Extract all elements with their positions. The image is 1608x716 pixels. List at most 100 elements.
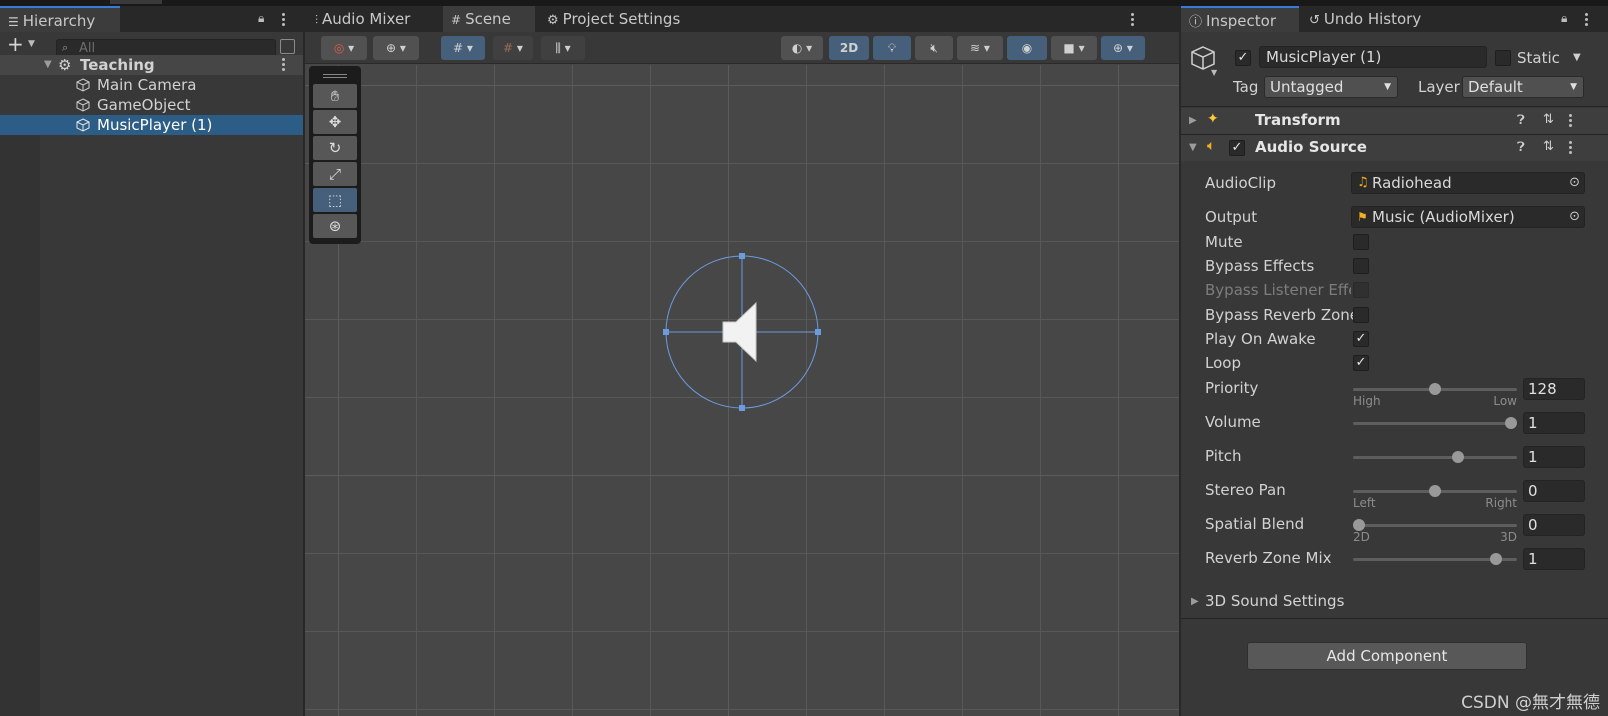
history-icon: ↺ — [1309, 13, 1320, 28]
slider-max-label: Low — [1493, 394, 1517, 408]
expand-icon[interactable]: ▼ — [44, 55, 52, 75]
expand-icon[interactable]: ▶ — [1189, 115, 1197, 126]
chevron-down-icon[interactable]: ▼ — [1211, 68, 1217, 77]
component-menu-icon[interactable] — [1569, 113, 1573, 129]
scene-canvas[interactable] — [305, 65, 1179, 716]
slider-knob[interactable] — [1505, 417, 1517, 429]
more-menu-icon[interactable] — [1131, 12, 1135, 28]
tag-dropdown[interactable]: Untagged ▼ — [1264, 76, 1398, 98]
list-item-selected[interactable]: MusicPlayer (1) — [0, 115, 303, 135]
active-checkbox[interactable]: ✓ — [1235, 50, 1251, 66]
lighting-toggle-button[interactable]: 💡︎ — [873, 36, 911, 60]
audio-source-gizmo[interactable] — [660, 250, 825, 415]
tab-project-settings[interactable]: ⚙ Project Settings — [539, 6, 689, 32]
camera-button[interactable]: ■ ▾ — [1051, 36, 1097, 60]
gameobject-icon — [76, 78, 90, 92]
grid-snap-button[interactable]: # ▾ — [441, 36, 485, 60]
chevron-down-icon: ▼ — [1384, 82, 1391, 92]
hand-tool-button[interactable]: ✋︎ — [313, 84, 357, 108]
more-menu-icon[interactable] — [282, 12, 286, 28]
move-tool-button[interactable]: ✥ — [313, 110, 357, 134]
scene-menu-icon[interactable] — [282, 57, 286, 73]
slider-knob[interactable] — [1451, 451, 1464, 463]
spatial-blend-slider[interactable] — [1353, 524, 1517, 527]
add-component-button[interactable]: Add Component — [1247, 642, 1527, 670]
list-item[interactable]: Main Camera — [0, 75, 303, 95]
list-item[interactable]: GameObject — [0, 95, 303, 115]
scene-row[interactable]: ▼ ⚙ Teaching — [0, 55, 303, 75]
mute-checkbox[interactable] — [1353, 234, 1369, 250]
preset-icon[interactable]: ⇅ — [1543, 139, 1554, 154]
transform-icon: ✦ — [1207, 111, 1219, 127]
static-checkbox[interactable] — [1495, 50, 1511, 66]
slider-max-label: Right — [1485, 496, 1517, 510]
audio-source-header[interactable]: ▼ 🔈︎ ✓ Audio Source ❓︎ ⇅ — [1181, 135, 1608, 161]
layers-icon: ≋ — [970, 41, 981, 55]
tab-scene[interactable]: # Scene — [443, 6, 535, 32]
global-toggle-button[interactable]: ⊕ ▾ — [373, 36, 419, 60]
volume-slider[interactable] — [1353, 422, 1517, 425]
expand-icon[interactable]: ▶ — [1191, 596, 1199, 607]
collapse-icon[interactable]: ▼ — [1189, 142, 1197, 153]
tab-hierarchy[interactable]: ☰ Hierarchy — [0, 6, 120, 32]
effects-button[interactable]: ≋ ▾ — [957, 36, 1003, 60]
scene-panel: ⫶ Audio Mixer # Scene ⚙ Project Settings ◎ … — [305, 6, 1179, 716]
chevron-down-icon[interactable]: ▼ — [28, 39, 35, 49]
spatial-blend-value-field[interactable]: 0 — [1523, 514, 1585, 536]
priority-value-field[interactable]: 128 — [1523, 378, 1585, 400]
component-enabled-checkbox[interactable]: ✓ — [1229, 140, 1245, 156]
loop-checkbox[interactable]: ✓ — [1353, 355, 1369, 371]
tab-undo-history[interactable]: ↺ Undo History — [1301, 6, 1441, 32]
rotate-tool-button[interactable]: ↻ — [313, 136, 357, 160]
slider-min-label: 2D — [1353, 530, 1370, 544]
reverb-zone-mix-value-field[interactable]: 1 — [1523, 548, 1585, 570]
transform-tool-button[interactable]: ⊛ — [313, 214, 357, 238]
pitch-slider[interactable] — [1353, 456, 1517, 459]
bypass-reverb-checkbox[interactable] — [1353, 307, 1369, 323]
rect-tool-button[interactable]: ⬚ — [313, 188, 357, 212]
mixer-group-icon: ⚑ — [1357, 210, 1368, 224]
slider-knob[interactable] — [1429, 485, 1441, 497]
component-menu-icon[interactable] — [1569, 140, 1573, 156]
hand-icon: ✋︎ — [330, 87, 340, 105]
stereo-pan-value-field[interactable]: 0 — [1523, 480, 1585, 502]
layer-dropdown[interactable]: Default ▼ — [1462, 76, 1584, 98]
transform-header[interactable]: ▶ ✦ Transform ❓︎ ⇅ — [1181, 108, 1608, 134]
object-name-field[interactable]: MusicPlayer (1) — [1259, 46, 1487, 68]
scene-visibility-button[interactable]: ◉ — [1007, 36, 1047, 60]
output-field[interactable]: ⚑ Music (AudioMixer) ⊙ — [1351, 206, 1585, 228]
preset-icon[interactable]: ⇅ — [1543, 112, 1554, 127]
inspector-panel: ⓘ Inspector ↺ Undo History 🔒︎ ▼ ✓ MusicPla… — [1181, 6, 1608, 716]
slider-knob[interactable] — [1429, 383, 1441, 395]
help-icon[interactable]: ❓︎ — [1517, 113, 1525, 128]
volume-value-field[interactable]: 1 — [1523, 412, 1585, 434]
object-picker-icon[interactable]: ⊙ — [1569, 173, 1580, 193]
chevron-down-icon[interactable]: ▼ — [1573, 52, 1581, 63]
gizmos-button[interactable]: ⊕ ▾ — [1101, 36, 1145, 60]
add-icon[interactable]: + — [7, 34, 24, 54]
ruler-button[interactable]: ⫼ ▾ — [541, 36, 585, 60]
eye-slash-icon: ◉ — [1021, 41, 1033, 55]
help-icon[interactable]: ❓︎ — [1517, 140, 1525, 155]
static-label: Static — [1517, 49, 1560, 67]
lock-icon[interactable]: 🔒︎ — [1561, 11, 1567, 26]
pitch-value-field[interactable]: 1 — [1523, 446, 1585, 468]
snap-increment-button[interactable]: # ▾ — [493, 36, 533, 60]
lock-icon[interactable]: 🔒︎ — [258, 11, 264, 26]
toggle-2d-button[interactable]: 2D — [829, 36, 869, 60]
more-menu-icon[interactable] — [1585, 12, 1589, 28]
audio-toggle-button[interactable]: 🔇︎ — [915, 36, 953, 60]
draw-mode-button[interactable]: ◎ ▾ — [321, 36, 367, 60]
bypass-effects-checkbox[interactable] — [1353, 258, 1369, 274]
tab-audio-mixer[interactable]: ⫶ Audio Mixer — [307, 6, 441, 32]
scale-tool-button[interactable]: ⤢ — [313, 162, 357, 186]
tab-inspector[interactable]: ⓘ Inspector — [1181, 6, 1299, 32]
transform-icon: ⊛ — [328, 217, 342, 235]
drag-handle[interactable] — [323, 74, 347, 75]
slider-knob[interactable] — [1489, 553, 1502, 565]
object-picker-icon[interactable]: ⊙ — [1569, 207, 1580, 227]
scene-visibility-icon[interactable] — [280, 39, 295, 54]
play-on-awake-checkbox[interactable]: ✓ — [1353, 331, 1369, 347]
shading-mode-button[interactable]: ◐ ▾ — [781, 36, 823, 60]
audio-clip-field[interactable]: ♫ Radiohead ⊙ — [1351, 172, 1585, 194]
